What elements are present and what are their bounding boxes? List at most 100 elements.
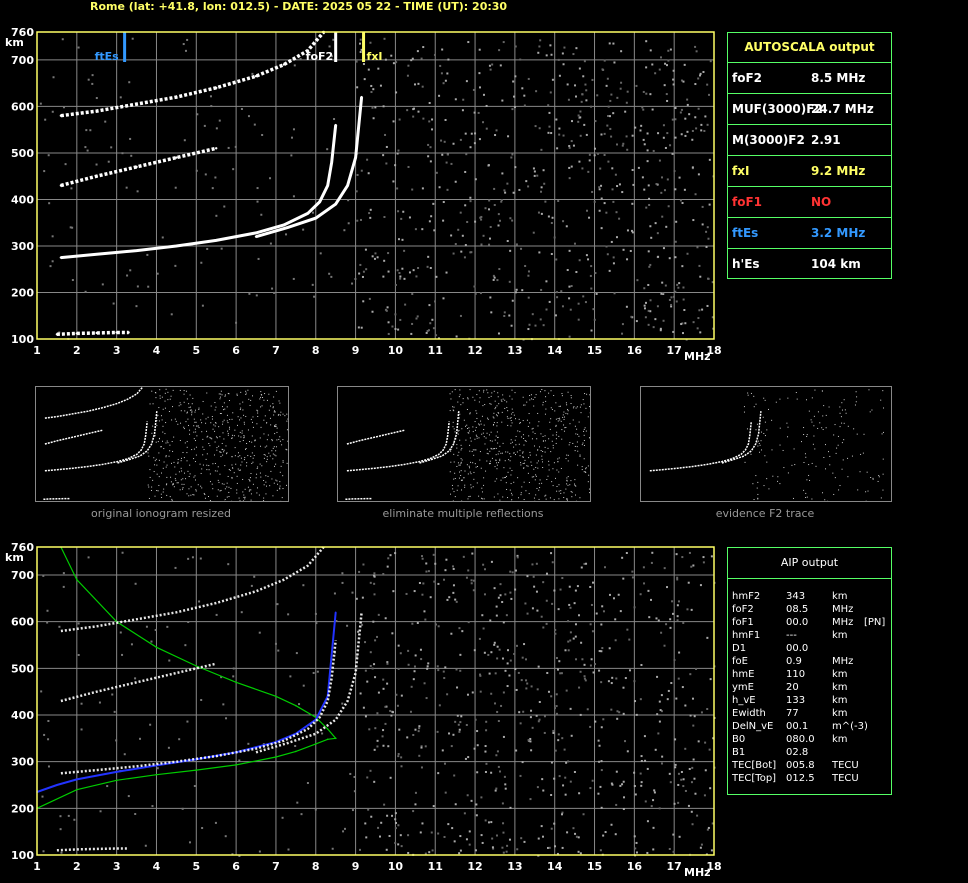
noise-dot bbox=[560, 672, 563, 675]
thumb-noise bbox=[252, 457, 254, 459]
aip-row: DelN_vE 00.1 m^(-3) bbox=[732, 720, 890, 733]
noise-dot bbox=[609, 127, 612, 130]
noise-dot bbox=[508, 280, 511, 283]
thumb-noise bbox=[514, 454, 516, 456]
noise-dot bbox=[455, 668, 458, 671]
thumb-noise bbox=[526, 465, 528, 467]
thumb-noise bbox=[521, 486, 523, 488]
thumb-noise bbox=[847, 457, 849, 459]
noise-dot bbox=[504, 593, 507, 596]
noise-dot bbox=[218, 119, 221, 122]
noise-dot bbox=[665, 93, 668, 96]
thumb-noise bbox=[167, 391, 169, 393]
noise-dot bbox=[443, 140, 446, 143]
noise-dot bbox=[528, 323, 531, 326]
noise-dot bbox=[417, 82, 420, 85]
noise-dot bbox=[215, 613, 218, 616]
thumb-noise bbox=[506, 488, 508, 490]
aip-unit: MHz bbox=[832, 617, 854, 628]
thumb-noise bbox=[236, 492, 238, 494]
thumb-noise bbox=[535, 466, 537, 468]
thumb-noise bbox=[768, 408, 770, 410]
noise-dot bbox=[557, 733, 560, 736]
thumb-noise bbox=[510, 439, 512, 441]
noise-dot bbox=[643, 304, 646, 307]
aip-row: TEC[Bot] 005.8 TECU bbox=[732, 759, 890, 772]
trace-point bbox=[326, 184, 329, 187]
noise-dot bbox=[428, 220, 431, 223]
thumb-noise bbox=[529, 454, 531, 456]
noise-dot bbox=[596, 94, 599, 97]
noise-dot bbox=[200, 698, 203, 701]
noise-dot bbox=[511, 571, 514, 574]
noise-dot bbox=[125, 186, 128, 189]
noise-dot bbox=[451, 827, 454, 830]
noise-dot bbox=[570, 734, 573, 737]
thumb-noise bbox=[511, 413, 513, 415]
thumb-noise bbox=[193, 494, 195, 496]
noise-dot bbox=[615, 211, 618, 214]
thumb-noise bbox=[231, 418, 233, 420]
noise-dot bbox=[422, 46, 425, 49]
thumb-noise bbox=[458, 417, 460, 419]
thumb-noise bbox=[487, 453, 489, 455]
noise-dot bbox=[458, 852, 461, 855]
noise-dot bbox=[480, 218, 483, 221]
noise-dot bbox=[676, 615, 679, 618]
thumb-noise bbox=[558, 457, 560, 459]
noise-dot bbox=[462, 555, 465, 558]
thumb-noise bbox=[530, 461, 532, 463]
noise-dot bbox=[515, 644, 518, 647]
noise-dot bbox=[702, 556, 705, 559]
noise-dot bbox=[660, 292, 663, 295]
thumb-noise bbox=[529, 422, 531, 424]
thumb-noise bbox=[524, 404, 526, 406]
noise-dot bbox=[429, 596, 432, 599]
thumb-noise bbox=[493, 423, 495, 425]
thumb-noise bbox=[460, 444, 462, 446]
aip-row: B0 080.0 km bbox=[732, 733, 890, 746]
thumb-noise bbox=[570, 490, 572, 492]
thumb-noise bbox=[478, 437, 480, 439]
thumb-noise bbox=[256, 423, 258, 425]
noise-dot bbox=[580, 566, 583, 569]
thumb-noise bbox=[250, 493, 252, 495]
noise-dot bbox=[593, 154, 596, 157]
noise-dot bbox=[537, 665, 540, 668]
noise-dot bbox=[603, 59, 606, 62]
noise-dot bbox=[615, 770, 618, 773]
noise-dot bbox=[372, 620, 375, 623]
noise-dot bbox=[420, 746, 423, 749]
noise-dot bbox=[509, 570, 512, 573]
noise-dot bbox=[41, 795, 44, 798]
thumb-noise bbox=[201, 431, 203, 433]
noise-dot bbox=[448, 596, 451, 599]
thumb-noise bbox=[537, 467, 539, 469]
noise-dot bbox=[77, 46, 80, 49]
x-tick-label: 17 bbox=[667, 344, 682, 357]
noise-dot bbox=[446, 693, 449, 696]
thumb-noise bbox=[215, 406, 217, 408]
thumb-noise bbox=[556, 490, 558, 492]
noise-dot bbox=[603, 153, 606, 156]
thumb-noise bbox=[190, 409, 192, 411]
thumb-noise bbox=[224, 394, 226, 396]
thumb-noise bbox=[480, 420, 482, 422]
noise-dot bbox=[496, 279, 499, 282]
thumb-noise bbox=[587, 465, 589, 467]
noise-dot bbox=[589, 664, 592, 667]
noise-dot bbox=[223, 205, 226, 208]
thumb-noise bbox=[272, 447, 274, 449]
x-tick-label: 12 bbox=[467, 860, 482, 873]
noise-dot bbox=[452, 142, 455, 145]
noise-dot bbox=[554, 628, 557, 631]
noise-dot bbox=[598, 669, 601, 672]
thumb-noise bbox=[854, 404, 856, 406]
noise-dot bbox=[662, 319, 665, 322]
thumb-noise bbox=[273, 410, 275, 412]
thumb-noise bbox=[572, 419, 574, 421]
thumb-noise bbox=[206, 464, 208, 466]
noise-dot bbox=[84, 146, 87, 149]
noise-dot bbox=[227, 563, 230, 566]
noise-dot bbox=[479, 216, 482, 219]
